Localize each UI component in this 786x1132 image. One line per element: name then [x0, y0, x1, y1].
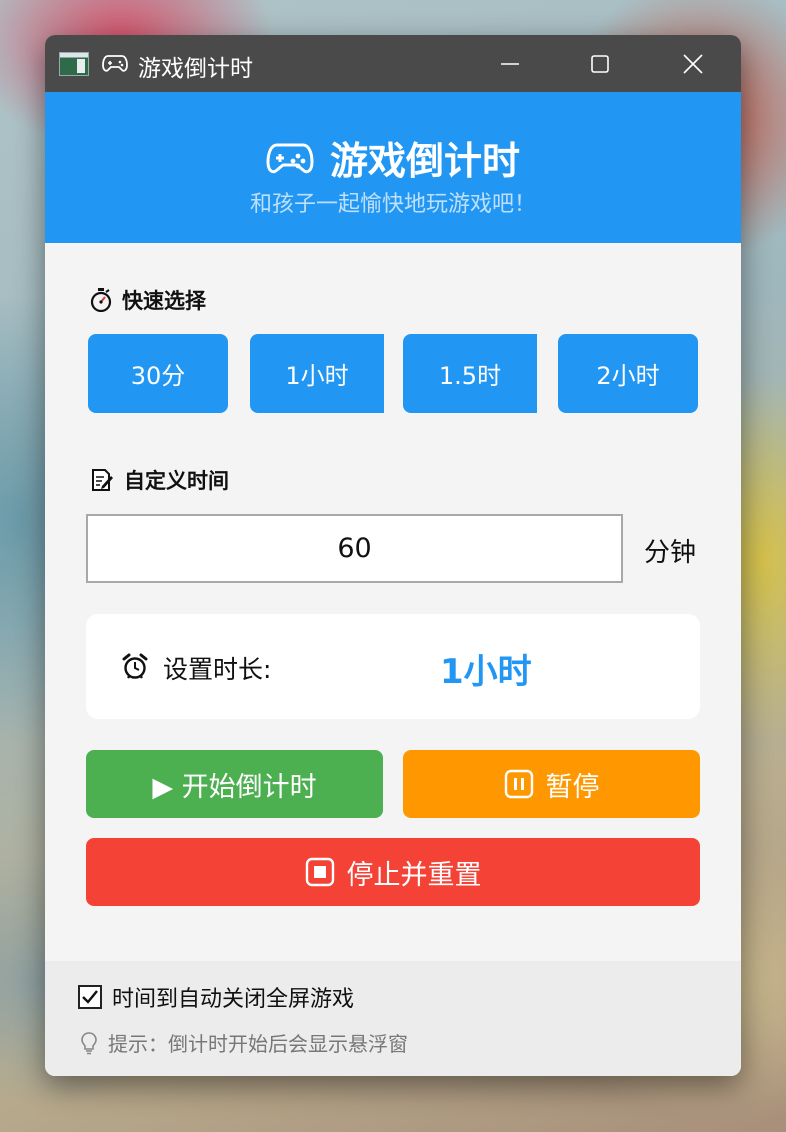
auto-close-label: 时间到自动关闭全屏游戏: [112, 987, 355, 1012]
maximize-button[interactable]: [555, 35, 645, 92]
quick-1-5h-button[interactable]: 1.5时: [403, 334, 537, 413]
minimize-icon: [501, 62, 519, 65]
app-icon: [59, 52, 89, 76]
start-countdown-label: ▶ 开始倒计时: [152, 771, 317, 803]
minutes-input[interactable]: [86, 514, 623, 583]
tip-row: 提示：倒计时开始后会显示悬浮窗: [80, 1028, 408, 1057]
app-header: 游戏倒计时 和孩子一起愉快地玩游戏吧！: [45, 92, 741, 243]
pause-icon: [504, 769, 533, 799]
app-window: 游戏倒计时 游戏倒计时 和孩子一起愉快地玩游戏吧！ 快速选择 30分 1小时 1…: [45, 35, 741, 1076]
gamepad-icon: [266, 143, 314, 173]
duration-card: 设置时长: 1小时: [86, 614, 700, 719]
header-title-row: 游戏倒计时: [45, 130, 741, 185]
lightbulb-icon: [81, 1031, 97, 1054]
title-bar[interactable]: 游戏倒计时: [45, 35, 741, 92]
stop-icon: [305, 857, 334, 887]
footer: 时间到自动关闭全屏游戏 提示：倒计时开始后会显示悬浮窗: [45, 961, 741, 1076]
minutes-unit-label: 分钟: [644, 538, 697, 568]
close-button[interactable]: [648, 35, 738, 92]
stop-reset-button[interactable]: 停止并重置: [86, 838, 700, 906]
custom-time-label: 自定义时间: [90, 465, 229, 495]
pause-label: 暂停: [545, 771, 600, 803]
header-title: 游戏倒计时: [329, 139, 520, 183]
close-icon: [683, 53, 703, 74]
start-countdown-button[interactable]: ▶ 开始倒计时: [86, 750, 383, 818]
quick-select-label: 快速选择: [90, 285, 206, 315]
quick-select-text: 快速选择: [122, 289, 206, 313]
pause-button[interactable]: 暂停: [403, 750, 700, 818]
tip-text: 提示：倒计时开始后会显示悬浮窗: [108, 1032, 408, 1056]
window-title: 游戏倒计时: [138, 56, 253, 82]
duration-label: 设置时长:: [163, 655, 272, 684]
maximize-icon: [591, 54, 609, 73]
custom-time-text: 自定义时间: [124, 469, 229, 493]
gamepad-icon: [102, 55, 128, 72]
quick-1h-button[interactable]: 1小时: [250, 334, 384, 413]
auto-close-checkbox[interactable]: [78, 985, 102, 1009]
stopwatch-icon: [90, 288, 112, 312]
memo-icon: [92, 469, 113, 491]
checkmark-icon: [82, 990, 98, 1004]
header-subtitle: 和孩子一起愉快地玩游戏吧！: [249, 192, 536, 217]
stop-reset-label: 停止并重置: [346, 859, 482, 891]
minimize-button[interactable]: [465, 35, 555, 92]
quick-30min-button[interactable]: 30分: [88, 334, 228, 413]
duration-value: 1小时: [440, 652, 532, 692]
alarm-clock-icon: [122, 653, 148, 679]
auto-close-option[interactable]: 时间到自动关闭全屏游戏: [78, 981, 354, 1013]
quick-2h-button[interactable]: 2小时: [558, 334, 698, 413]
